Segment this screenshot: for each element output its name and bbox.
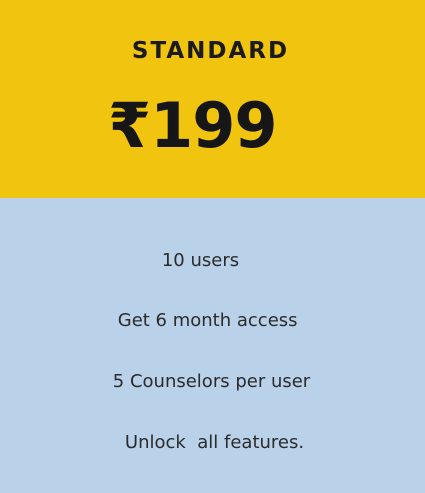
- feature-item: 5 Counselors per user: [112, 371, 311, 392]
- feature-list: 10 users Get 6 month access 5 Counselors…: [0, 198, 425, 493]
- feature-item: 10 users: [161, 250, 240, 271]
- pricing-card: STANDARD ₹199 10 users Get 6 month acces…: [0, 0, 425, 493]
- pricing-header: STANDARD ₹199: [0, 0, 425, 198]
- feature-item: Get 6 month access: [117, 310, 304, 331]
- plan-name: STANDARD: [131, 38, 290, 64]
- plan-price: ₹199: [108, 89, 278, 162]
- feature-item: Unlock all features.: [124, 432, 305, 453]
